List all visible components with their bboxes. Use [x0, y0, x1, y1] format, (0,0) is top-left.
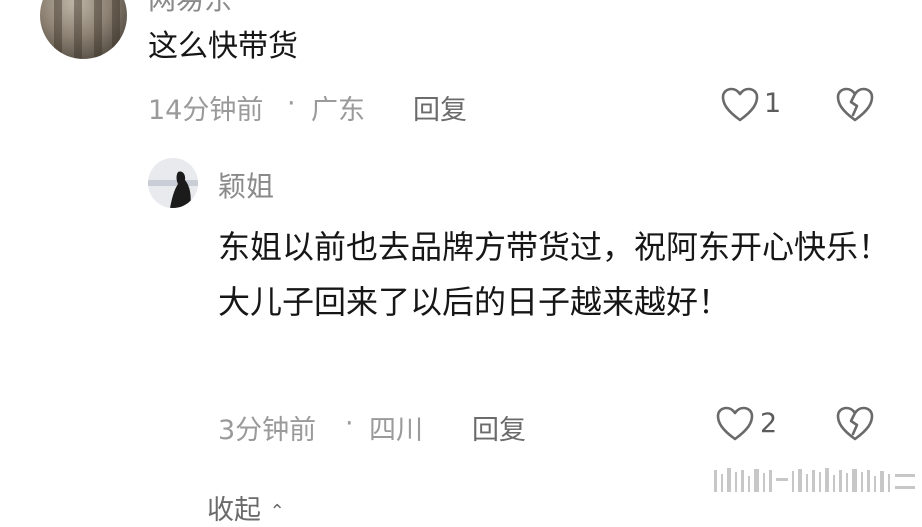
- comment-author[interactable]: 网易东: [148, 0, 232, 18]
- collapse-label: 收起: [207, 495, 261, 526]
- meta-separator: ·: [345, 408, 354, 439]
- comment-time: 14分钟前: [148, 95, 264, 126]
- watermark-logo: [712, 466, 922, 494]
- comment-text: 这么快带货: [148, 29, 298, 64]
- broken-heart-icon[interactable]: [836, 87, 874, 123]
- avatar[interactable]: [40, 0, 127, 59]
- reply-button[interactable]: 回复: [413, 88, 467, 127]
- reply-text: 东姐以前也去品牌方带货过，祝阿东开心快乐！大儿子回来了以后的日子越来越好！: [218, 228, 891, 321]
- comment-location: 广东: [311, 95, 365, 126]
- avatar[interactable]: [148, 158, 198, 208]
- heart-outline-icon[interactable]: [721, 87, 759, 123]
- meta-separator: ·: [287, 88, 296, 119]
- collapse-button[interactable]: 收起 ⌃: [207, 488, 285, 527]
- reply-time: 3分钟前: [218, 415, 317, 446]
- chevron-up-icon: ⌃: [269, 501, 285, 522]
- heart-outline-icon[interactable]: [716, 406, 754, 442]
- reply-author[interactable]: 颖姐: [218, 165, 274, 205]
- reply-location: 四川: [369, 415, 423, 446]
- like-count: 1: [764, 88, 782, 119]
- broken-heart-icon[interactable]: [836, 406, 874, 442]
- reply-button[interactable]: 回复: [472, 408, 526, 447]
- like-count: 2: [760, 408, 778, 439]
